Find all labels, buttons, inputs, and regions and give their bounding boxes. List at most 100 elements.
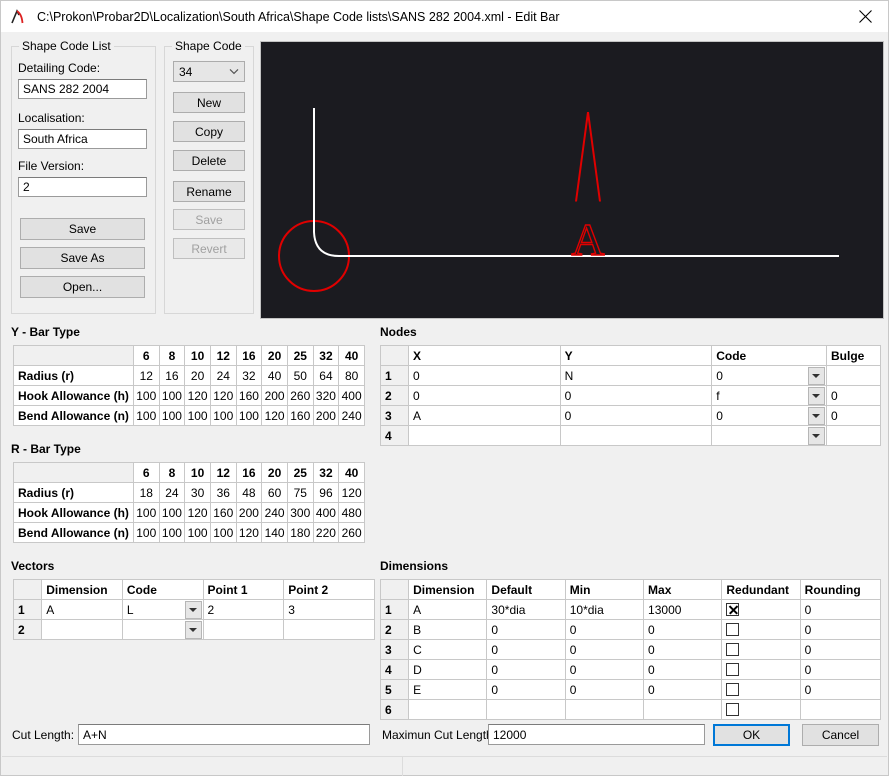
bartype-cell[interactable]: 30 <box>185 483 211 503</box>
max-cut-length-input[interactable] <box>488 724 705 745</box>
detailing-code-input[interactable] <box>18 79 147 99</box>
vectors-table[interactable]: DimensionCodePoint 1Point 21AL232 <box>13 579 375 640</box>
bartype-cell[interactable]: 100 <box>185 523 211 543</box>
bartype-cell[interactable]: 400 <box>339 386 365 406</box>
table-row[interactable]: 4D0000 <box>381 660 881 680</box>
table-row[interactable]: 6 <box>381 700 881 720</box>
node-code-select[interactable]: 0 <box>712 406 827 426</box>
table-row[interactable]: 1A30*dia10*dia130000 <box>381 600 881 620</box>
node-x-cell[interactable] <box>408 426 560 446</box>
bar-shape-preview[interactable]: A <box>260 41 884 319</box>
bartype-cell[interactable]: 100 <box>159 523 185 543</box>
bartype-cell[interactable]: 160 <box>236 386 262 406</box>
vector-point1-cell[interactable] <box>203 620 284 640</box>
dim-max-cell[interactable]: 0 <box>644 680 722 700</box>
dim-default-cell[interactable]: 0 <box>487 660 565 680</box>
chevron-down-icon[interactable] <box>185 601 202 619</box>
save-shape-code-button[interactable]: Save <box>173 209 245 230</box>
bartype-cell[interactable]: 120 <box>236 523 262 543</box>
bartype-cell[interactable]: 64 <box>313 366 339 386</box>
rename-shape-code-button[interactable]: Rename <box>173 181 245 202</box>
table-row[interactable]: 1AL23 <box>14 600 375 620</box>
bartype-cell[interactable]: 100 <box>159 503 185 523</box>
table-row[interactable]: 2B0000 <box>381 620 881 640</box>
revert-shape-code-button[interactable]: Revert <box>173 238 245 259</box>
bartype-cell[interactable]: 12 <box>133 366 159 386</box>
bartype-cell[interactable]: 100 <box>210 406 236 426</box>
vector-point2-cell[interactable]: 3 <box>284 600 375 620</box>
node-y-cell[interactable] <box>560 426 712 446</box>
bartype-cell[interactable]: 36 <box>210 483 236 503</box>
dim-redundant-cell[interactable] <box>722 600 800 620</box>
node-bulge-cell[interactable] <box>826 426 880 446</box>
bartype-cell[interactable]: 160 <box>287 406 313 426</box>
bartype-cell[interactable]: 75 <box>287 483 313 503</box>
dim-rounding-cell[interactable]: 0 <box>800 620 880 640</box>
dim-name-cell[interactable]: B <box>409 620 487 640</box>
r-bar-type-table[interactable]: 6810121620253240Radius (r)18243036486075… <box>13 462 365 543</box>
table-row[interactable]: Hook Allowance (h)1001001201201602002603… <box>14 386 365 406</box>
bartype-cell[interactable]: 200 <box>313 406 339 426</box>
dim-name-cell[interactable] <box>409 700 487 720</box>
bartype-cell[interactable]: 480 <box>339 503 365 523</box>
vector-dimension-cell[interactable] <box>42 620 123 640</box>
dim-max-cell[interactable]: 0 <box>644 660 722 680</box>
dim-default-cell[interactable] <box>487 700 565 720</box>
bartype-cell[interactable]: 120 <box>210 386 236 406</box>
table-row[interactable]: 10N0 <box>381 366 881 386</box>
table-row[interactable]: Hook Allowance (h)1001001201602002403004… <box>14 503 365 523</box>
bartype-cell[interactable]: 120 <box>262 406 288 426</box>
bartype-cell[interactable]: 180 <box>287 523 313 543</box>
node-x-cell[interactable]: 0 <box>408 386 560 406</box>
dim-max-cell[interactable]: 0 <box>644 620 722 640</box>
ok-button[interactable]: OK <box>713 724 790 746</box>
save-as-button[interactable]: Save As <box>20 247 145 269</box>
copy-shape-code-button[interactable]: Copy <box>173 121 245 142</box>
vector-dimension-cell[interactable]: A <box>42 600 123 620</box>
vector-point1-cell[interactable]: 2 <box>203 600 284 620</box>
node-code-select[interactable]: 0 <box>712 366 827 386</box>
node-x-cell[interactable]: 0 <box>408 366 560 386</box>
bartype-cell[interactable]: 140 <box>262 523 288 543</box>
dim-min-cell[interactable]: 0 <box>565 660 643 680</box>
bartype-cell[interactable]: 260 <box>287 386 313 406</box>
bartype-cell[interactable]: 100 <box>236 406 262 426</box>
redundant-checkbox[interactable] <box>726 663 739 676</box>
bartype-cell[interactable]: 240 <box>339 406 365 426</box>
bartype-cell[interactable]: 60 <box>262 483 288 503</box>
node-bulge-cell[interactable]: 0 <box>826 386 880 406</box>
close-button[interactable] <box>842 1 888 32</box>
bartype-cell[interactable]: 320 <box>313 386 339 406</box>
cancel-button[interactable]: Cancel <box>802 724 879 746</box>
dim-redundant-cell[interactable] <box>722 680 800 700</box>
dim-redundant-cell[interactable] <box>722 640 800 660</box>
y-bar-type-table[interactable]: 6810121620253240Radius (r)12162024324050… <box>13 345 365 426</box>
table-row[interactable]: 3A000 <box>381 406 881 426</box>
bartype-cell[interactable]: 32 <box>236 366 262 386</box>
bartype-cell[interactable]: 100 <box>133 503 159 523</box>
bartype-cell[interactable]: 100 <box>159 386 185 406</box>
dim-redundant-cell[interactable] <box>722 660 800 680</box>
bartype-cell[interactable]: 220 <box>313 523 339 543</box>
dimensions-table[interactable]: DimensionDefaultMinMaxRedundantRounding1… <box>380 579 881 720</box>
bartype-cell[interactable]: 260 <box>339 523 365 543</box>
dim-rounding-cell[interactable] <box>800 700 880 720</box>
dim-min-cell[interactable]: 0 <box>565 680 643 700</box>
chevron-down-icon[interactable] <box>808 427 825 445</box>
table-row[interactable]: 5E0000 <box>381 680 881 700</box>
node-code-select[interactable] <box>712 426 827 446</box>
bartype-cell[interactable]: 240 <box>262 503 288 523</box>
dim-min-cell[interactable]: 0 <box>565 620 643 640</box>
bartype-cell[interactable]: 80 <box>339 366 365 386</box>
bartype-cell[interactable]: 48 <box>236 483 262 503</box>
dim-max-cell[interactable]: 13000 <box>644 600 722 620</box>
table-row[interactable]: Radius (r)1824303648607596120 <box>14 483 365 503</box>
bartype-cell[interactable]: 100 <box>159 406 185 426</box>
shape-code-select[interactable]: 34 <box>173 61 245 82</box>
table-row[interactable]: Radius (r)121620243240506480 <box>14 366 365 386</box>
dim-name-cell[interactable]: D <box>409 660 487 680</box>
new-shape-code-button[interactable]: New <box>173 92 245 113</box>
table-row[interactable]: Bend Allowance (n)1001001001001001201602… <box>14 406 365 426</box>
bartype-cell[interactable]: 24 <box>210 366 236 386</box>
localisation-input[interactable] <box>18 129 147 149</box>
